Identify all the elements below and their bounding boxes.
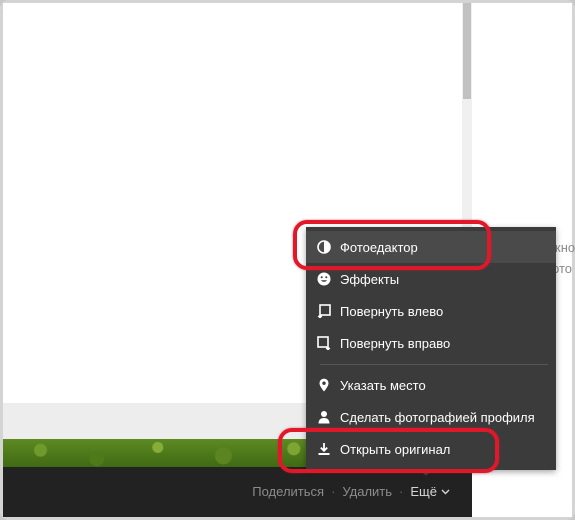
window-frame: жно рто Поделиться · Удалить · Ещё Фотое… <box>0 0 575 520</box>
scrollbar-thumb[interactable] <box>463 3 471 99</box>
highlight-open-original <box>278 428 499 473</box>
user-icon <box>316 409 332 425</box>
menu-item-set-location[interactable]: Указать место <box>306 369 556 401</box>
chevron-down-icon <box>441 489 450 494</box>
more-button[interactable]: Ещё <box>410 484 450 499</box>
share-link[interactable]: Поделиться <box>252 484 324 499</box>
more-label: Ещё <box>410 484 437 499</box>
menu-item-label: Повернуть влево <box>340 303 444 319</box>
rotate-right-icon <box>316 335 332 351</box>
menu-item-label: Эффекты <box>340 271 400 287</box>
highlight-photo-editor <box>293 220 491 270</box>
menu-divider <box>320 364 548 365</box>
rotate-left-icon <box>316 303 332 319</box>
photo-footer: Поделиться · Удалить · Ещё <box>3 467 472 517</box>
delete-link[interactable]: Удалить <box>342 484 392 499</box>
menu-item-rotate-right[interactable]: Повернуть вправо <box>306 327 556 359</box>
separator: · <box>399 484 404 499</box>
separator: · <box>331 484 336 499</box>
smiley-icon <box>316 271 332 287</box>
menu-item-rotate-left[interactable]: Повернуть влево <box>306 295 556 327</box>
menu-item-label: Указать место <box>340 377 426 393</box>
menu-item-label: Сделать фотографией профиля <box>340 409 535 425</box>
menu-item-label: Повернуть вправо <box>340 335 451 351</box>
footer-actions: Поделиться · Удалить · Ещё <box>252 484 450 499</box>
map-pin-icon <box>316 377 332 393</box>
